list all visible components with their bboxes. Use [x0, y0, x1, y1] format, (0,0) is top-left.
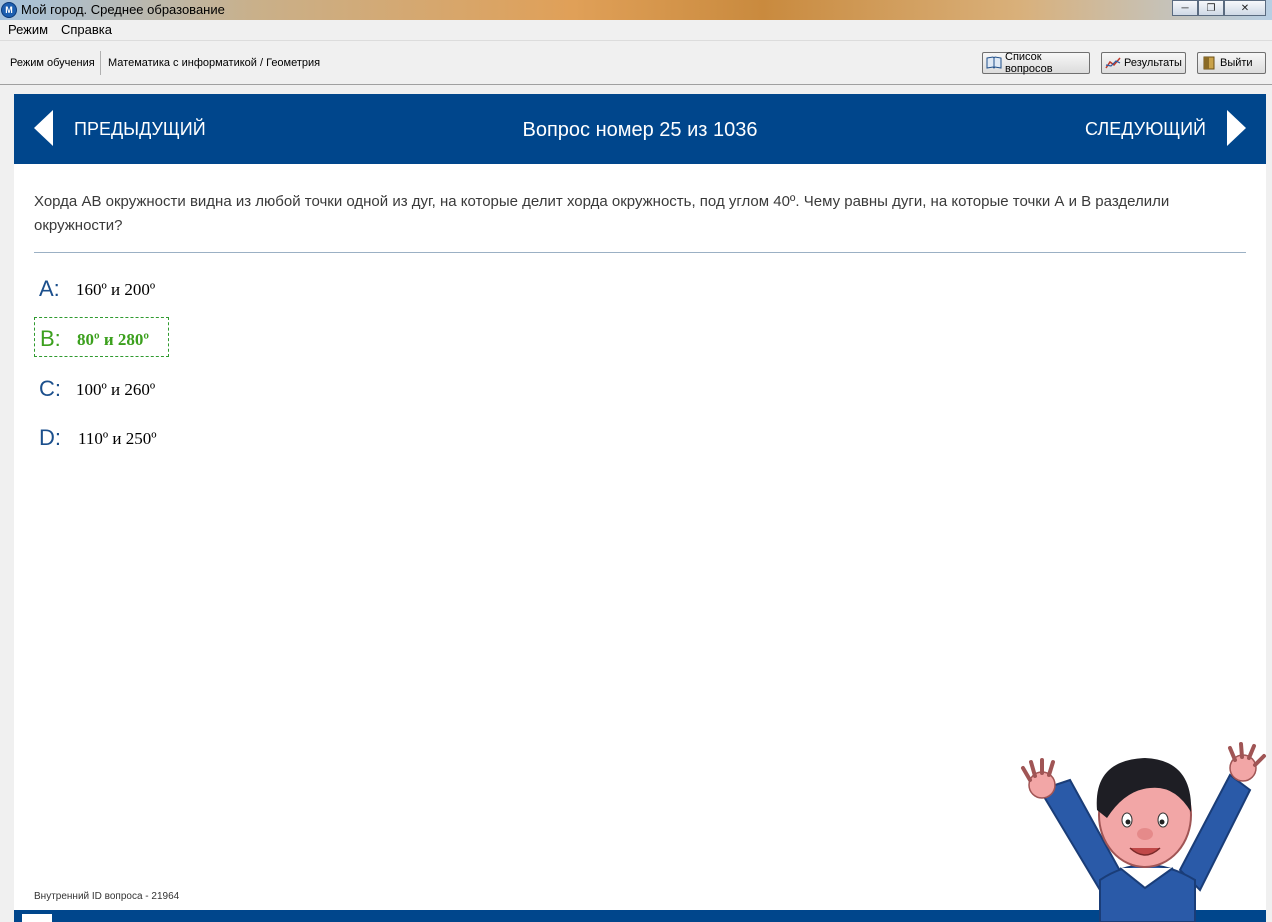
- subject-breadcrumb: Математика с информатикой / Геометрия: [108, 57, 321, 69]
- bottom-tab: [22, 914, 52, 922]
- answer-text: 110º и 250º: [78, 429, 157, 448]
- answer-option-a[interactable]: A: 160º и 200º: [34, 268, 169, 308]
- answer-text: 100º и 260º: [76, 380, 156, 399]
- answer-letter: C:: [39, 376, 61, 401]
- chart-icon: [1105, 56, 1121, 70]
- internal-id-label: Внутренний ID вопроса - 21964: [34, 891, 180, 902]
- minimize-button[interactable]: ─: [1172, 0, 1198, 16]
- window-title: Мой город. Среднее образование: [21, 2, 225, 17]
- answer-option-b[interactable]: B: 80º и 280º: [34, 317, 169, 357]
- title-bar: М Мой город. Среднее образование ─ ❐ ✕: [0, 0, 1272, 20]
- mascot-boy-image: [1021, 742, 1266, 922]
- menu-bar: Режим Справка: [0, 20, 1272, 41]
- app-logo-icon: М: [1, 2, 17, 18]
- answer-letter: A:: [39, 276, 60, 301]
- question-number: Вопрос номер 25 из 1036: [522, 119, 758, 141]
- results-button[interactable]: Результаты: [1101, 52, 1186, 74]
- answer-letter: B:: [40, 326, 61, 351]
- question-divider: [34, 252, 1246, 253]
- answer-letter: D:: [39, 425, 61, 450]
- menu-mode[interactable]: Режим: [8, 22, 48, 37]
- arrow-right-icon[interactable]: [1227, 110, 1246, 146]
- question-text: Хорда АВ окружности видна из любой точки…: [34, 193, 1170, 234]
- door-exit-icon: [1201, 56, 1217, 70]
- answer-option-d[interactable]: D: 110º и 250º: [34, 417, 169, 457]
- window-controls: ─ ❐ ✕: [1172, 0, 1266, 16]
- toolbar-divider: [100, 51, 101, 75]
- answer-text: 80º и 280º: [77, 330, 150, 349]
- answer-text: 160º и 200º: [76, 280, 156, 299]
- questions-list-label: Список вопросов: [1005, 51, 1053, 75]
- question-nav-bar: ПРЕДЫДУЩИЙ Вопрос номер 25 из 1036 СЛЕДУ…: [14, 94, 1266, 164]
- close-button[interactable]: ✕: [1224, 0, 1266, 16]
- mode-label: Режим обучения: [10, 57, 95, 69]
- questions-list-button[interactable]: Список вопросов: [982, 51, 1090, 75]
- toolbar: Режим обучения Математика с информатикой…: [0, 41, 1272, 85]
- book-icon: [986, 56, 1002, 70]
- results-label: Результаты: [1124, 57, 1182, 69]
- exit-label: Выйти: [1220, 57, 1253, 69]
- maximize-button[interactable]: ❐: [1198, 0, 1224, 16]
- exit-button[interactable]: Выйти: [1197, 52, 1266, 74]
- next-button[interactable]: СЛЕДУЮЩИЙ: [1085, 119, 1206, 140]
- answer-option-c[interactable]: C: 100º и 260º: [34, 368, 169, 408]
- menu-help[interactable]: Справка: [61, 22, 112, 37]
